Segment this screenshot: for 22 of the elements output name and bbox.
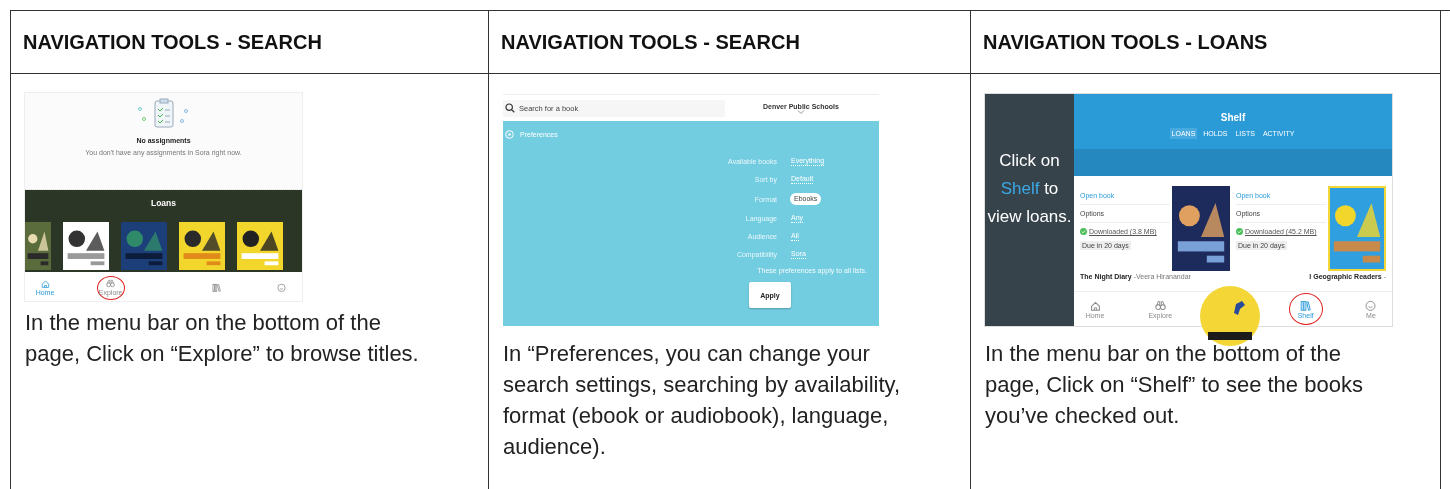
home-icon [1089, 299, 1101, 311]
caption-text: In “Preferences, you can change your search settings, searching by availability, format (ebook or audiobook), language, audience). [503, 340, 901, 461]
smiley-icon [1365, 299, 1377, 311]
column-header: NAVIGATION TOOLS - LOANS [971, 11, 1440, 74]
caption-text: In the menu bar on the bottom of the page, Click on “Explore” to browse titles. [25, 309, 420, 368]
check-icon [1236, 228, 1243, 235]
smiley-icon [277, 283, 287, 292]
section-title: Loans [151, 198, 176, 208]
binoculars-icon [106, 279, 116, 288]
chevron-icon [796, 109, 805, 114]
column-header: NAVIGATION TOOLS - SEARCH [489, 11, 970, 74]
books-icon [1300, 299, 1312, 311]
books-icon [211, 283, 221, 292]
column-header: NAVIGATION TOOLS - SEARCH [11, 11, 488, 74]
page-title: Shelf [1220, 112, 1246, 123]
callout-text: Click on Shelf to view loans. [986, 150, 1073, 228]
caption-text: In the menu bar on the bottom of the page, Click on “Shelf” to see the books you’ve checked out. [985, 340, 1364, 430]
home-icon [40, 279, 50, 288]
search-icon [505, 103, 515, 113]
binoculars-icon [1154, 299, 1166, 311]
circle-icon [505, 130, 514, 139]
check-icon [1080, 228, 1087, 235]
